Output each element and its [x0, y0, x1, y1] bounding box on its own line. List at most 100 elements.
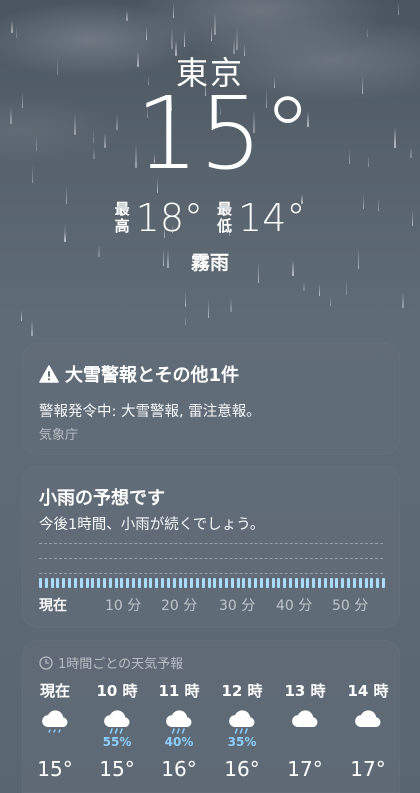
precipitation-bar — [370, 578, 374, 588]
precipitation-bar — [230, 578, 234, 588]
precipitation-bar — [219, 578, 223, 588]
precipitation-bar — [155, 578, 159, 588]
tick-40: 40 分 — [276, 598, 313, 614]
hourly-item: 11 時 40% 16° — [148, 680, 210, 781]
precipitation-bar — [376, 578, 380, 588]
raindrop — [20, 309, 23, 321]
raindrop — [210, 25, 213, 41]
high-value: 18° — [135, 196, 203, 240]
precipitation-bar — [254, 578, 258, 588]
hour-temperature: 15° — [37, 757, 73, 781]
precipitation-bar — [288, 578, 292, 588]
clock-icon — [39, 655, 53, 670]
precipitation-bar — [102, 578, 106, 588]
raindrop — [329, 295, 332, 306]
precip-chance: 55% — [102, 735, 132, 749]
precipitation-bar — [306, 578, 310, 588]
precipitation-bar — [184, 578, 188, 588]
high-low-temperatures: 最 高 18° 最 低 14° — [0, 196, 420, 240]
raindrop — [145, 26, 148, 40]
precipitation-bar — [329, 578, 333, 588]
precipitation-bar — [277, 578, 281, 588]
precipitation-forecast-card[interactable]: 小雨の予想です 今後1時間、小雨が続くでしょう。 現在 10 分 20 分 30… — [22, 466, 400, 628]
hourly-forecast-card[interactable]: 1時間ごとの天気予報 現在 15° 10 時 55% 15° 11 時 40% 16° 12 時… — [22, 640, 400, 793]
tick-20: 20 分 — [161, 598, 198, 614]
precipitation-bar — [335, 578, 339, 588]
precipitation-bar — [97, 578, 101, 588]
precipitation-bar — [207, 578, 211, 588]
precipitation-bar — [56, 578, 60, 588]
chart-gridline — [39, 543, 383, 544]
precipitation-bar — [39, 578, 42, 588]
precipitation-bar — [178, 578, 182, 588]
cloud-icon — [337, 705, 399, 735]
raindrop — [397, 2, 400, 15]
low-temperature: 最 低 14° — [217, 196, 305, 240]
hourly-item: 現在 15° — [24, 680, 86, 781]
hour-label: 10 時 — [96, 682, 138, 700]
precip-chance — [337, 735, 399, 750]
raindrop — [366, 27, 369, 37]
tick-30: 30 分 — [219, 598, 256, 614]
precipitation-bar — [114, 578, 118, 588]
precip-chance — [24, 735, 86, 750]
low-label: 最 低 — [217, 200, 233, 235]
hourly-item: 13 時 17° — [274, 680, 336, 781]
chart-gridline — [39, 558, 383, 559]
time-axis: 現在 10 分 20 分 30 分 40 分 50 分 — [39, 595, 385, 614]
severe-weather-alert-card[interactable]: 大雪警報とその他1件 警報発令中: 大雪警報, 雷注意報。 気象庁 — [22, 343, 400, 455]
precipitation-bar — [259, 578, 263, 588]
weather-condition: 霧雨 — [190, 252, 229, 274]
hour-temperature: 16° — [224, 757, 260, 781]
precipitation-bar — [68, 578, 72, 588]
cloud-icon — [274, 705, 336, 735]
cloud-drizzle-icon — [24, 705, 86, 735]
raindrop — [207, 299, 210, 318]
precipitation-bar — [79, 578, 83, 588]
raindrop — [31, 321, 33, 337]
raindrop — [303, 280, 305, 291]
raindrop — [345, 278, 348, 295]
precipitation-title: 小雨の予想です — [39, 488, 165, 509]
raindrop — [11, 19, 13, 34]
precipitation-bar — [364, 578, 368, 588]
hourly-header: 1時間ごとの天気予報 — [39, 653, 183, 672]
high-temperature: 最 高 18° — [115, 196, 203, 240]
hour-temperature: 15° — [99, 757, 135, 781]
precipitation-bar — [248, 578, 252, 588]
raindrop — [402, 292, 404, 308]
precipitation-bar — [91, 578, 95, 588]
alert-text: 警報発令中: 大雪警報, 雷注意報。 — [39, 404, 261, 420]
raindrop — [236, 28, 238, 51]
precip-chance: 35% — [227, 735, 257, 749]
hourly-item: 10 時 55% 15° — [86, 680, 148, 781]
precipitation-bar — [190, 578, 194, 588]
precipitation-bars — [39, 576, 385, 588]
precipitation-bar — [44, 578, 48, 588]
precipitation-bar — [73, 578, 77, 588]
hourly-item: 14 時 17° — [337, 680, 399, 781]
hour-label: 13 時 — [284, 682, 326, 700]
raindrop — [126, 9, 128, 21]
precip-chance — [274, 735, 336, 750]
precipitation-bar — [265, 578, 269, 588]
hour-temperature: 16° — [161, 757, 197, 781]
precipitation-bar — [341, 578, 345, 588]
raindrop — [214, 11, 216, 35]
low-value: 14° — [238, 196, 306, 240]
precipitation-bar — [126, 578, 130, 588]
precipitation-bar — [108, 578, 112, 588]
hour-temperature: 17° — [350, 757, 386, 781]
hourly-list[interactable]: 現在 15° 10 時 55% 15° 11 時 40% 16° 12 時 35% 16° 13 時1… — [22, 680, 400, 790]
precipitation-bar — [271, 578, 275, 588]
tick-now: 現在 — [39, 598, 67, 614]
precipitation-bar — [213, 578, 217, 588]
precipitation-bar — [352, 578, 356, 588]
tick-50: 50 分 — [332, 598, 369, 614]
precipitation-bar — [312, 578, 316, 588]
alert-source: 気象庁 — [39, 428, 79, 443]
raindrop — [172, 2, 174, 19]
raindrop — [230, 297, 232, 313]
chart-gridline — [39, 573, 383, 574]
precipitation-bar — [300, 578, 304, 588]
